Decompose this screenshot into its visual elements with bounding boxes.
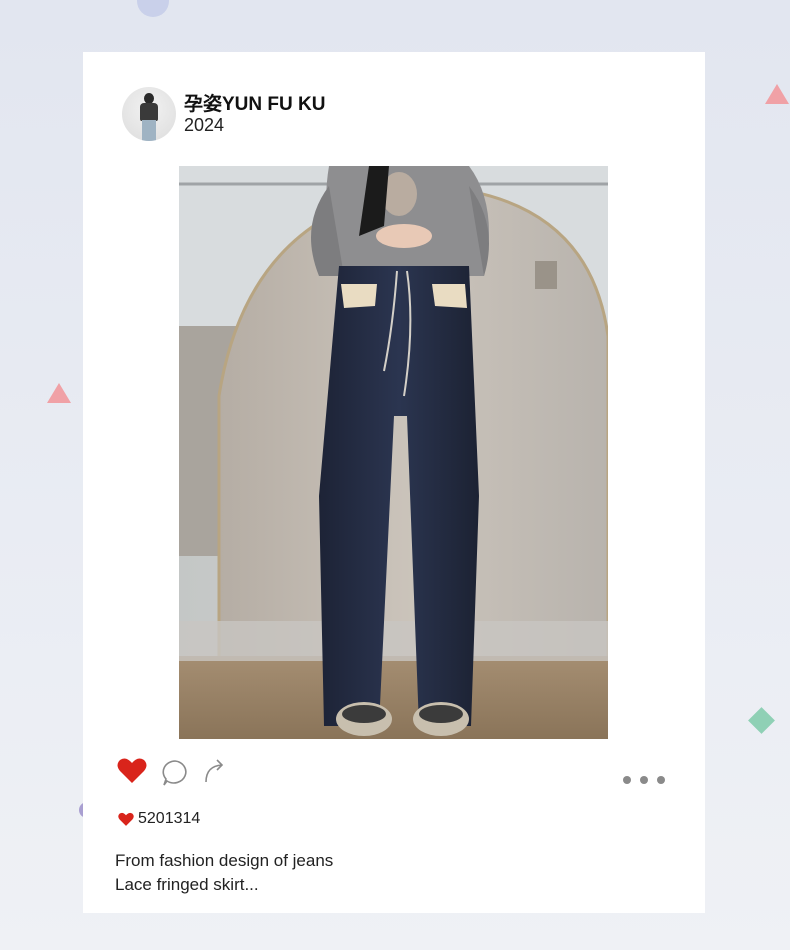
decorative-triangle-left: [47, 383, 71, 403]
avatar[interactable]: [122, 87, 176, 141]
post-photo[interactable]: [179, 166, 608, 739]
caption-line-2: Lace fringed skirt...: [115, 875, 259, 894]
heart-icon[interactable]: [117, 757, 147, 785]
small-heart-icon: [118, 812, 134, 826]
decorative-circle: [137, 0, 169, 17]
decorative-diamond: [748, 707, 775, 734]
caption-line-1: From fashion design of jeans: [115, 851, 334, 870]
share-arrow-icon[interactable]: [203, 758, 227, 784]
more-dots-icon[interactable]: [622, 775, 666, 785]
post-caption: From fashion design of jeans Lace fringe…: [115, 849, 333, 897]
likes-row: 5201314: [118, 810, 200, 828]
comment-bubble-icon[interactable]: [161, 759, 189, 787]
post-author[interactable]: 孕姿YUN FU KU: [184, 89, 325, 116]
post-card: 孕姿YUN FU KU 2024 5201314 From fashion de…: [83, 52, 705, 913]
likes-count: 5201314: [138, 810, 201, 827]
decorative-triangle-right: [765, 84, 789, 104]
post-year: 2024: [184, 115, 225, 135]
